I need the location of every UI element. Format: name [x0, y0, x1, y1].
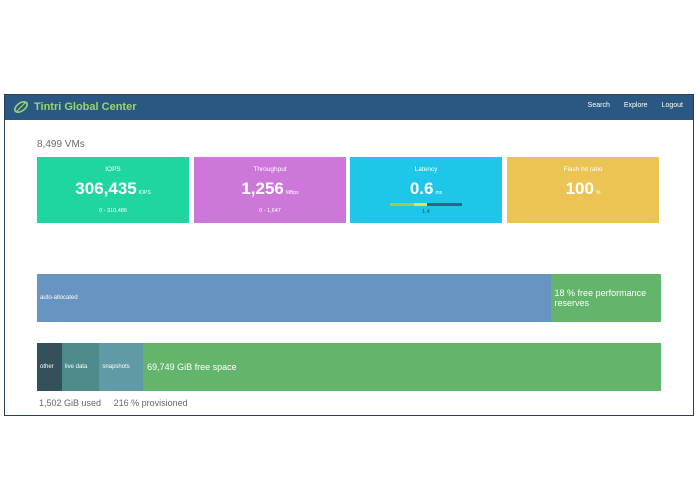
tile-value: 1,256 — [241, 179, 284, 198]
tile-range: 0 - 1,647 — [259, 208, 281, 214]
latency-gauge — [390, 203, 462, 206]
tile-value: 306,435 — [75, 179, 137, 198]
tile-value: 0.6 — [409, 179, 434, 198]
segment-label: live data — [64, 364, 88, 370]
performance-reserves-bar[interactable]: auto-allocated 18 % free performance res… — [37, 274, 661, 322]
top-nav: Search Explore Logout — [588, 102, 683, 109]
free-performance-segment[interactable]: 18 % free performance reserves — [550, 274, 661, 322]
latency-gauge-value: 1.4 — [422, 209, 430, 215]
segment-label: 18 % free performance reserves — [554, 288, 647, 308]
space-summary: 1,502 GiB used 216 % provisioned — [39, 398, 198, 408]
tile-range: 0 - 310,486 — [99, 208, 127, 214]
other-segment[interactable]: other — [37, 343, 62, 391]
segment-label: other — [40, 364, 54, 370]
flash-hit-ratio-tile[interactable]: Flash hit ratio 100 % — [507, 157, 659, 223]
nav-search-link[interactable]: Search — [588, 102, 610, 109]
tile-unit: ms — [435, 190, 443, 196]
tile-label: Latency — [414, 166, 438, 173]
live-data-segment[interactable]: live data — [61, 343, 100, 391]
tile-label: Flash hit ratio — [563, 166, 603, 173]
latency-tile[interactable]: Latency 0.6 ms 1.4 — [350, 157, 502, 223]
brand[interactable]: Tintri Global Center — [13, 99, 136, 115]
space-usage-bar[interactable]: other live data snapshots 69,749 GiB fre… — [37, 343, 661, 391]
auto-allocated-segment[interactable]: auto-allocated — [37, 274, 551, 322]
latency-gauge-mid — [414, 203, 428, 206]
used-space-text: 1,502 GiB used — [39, 398, 102, 408]
segment-label: 69,749 GiB free space — [147, 362, 237, 372]
tile-unit: % — [595, 190, 601, 196]
nav-explore-link[interactable]: Explore — [624, 102, 648, 109]
tile-unit: IOPS — [138, 190, 151, 196]
tile-value: 100 — [565, 179, 594, 198]
leaf-icon — [14, 101, 28, 113]
snapshots-segment[interactable]: snapshots — [99, 343, 144, 391]
tile-unit: MBps — [285, 190, 299, 196]
segment-label: auto-allocated — [40, 295, 78, 301]
provisioned-text: 216 % provisioned — [113, 398, 188, 408]
segment-label: snapshots — [102, 364, 130, 370]
vm-count: 8,499 VMs — [37, 139, 85, 150]
latency-gauge-high — [427, 203, 462, 206]
top-bar: Tintri Global Center Search Explore Logo… — [5, 95, 693, 120]
latency-gauge-low — [390, 203, 415, 206]
app-title: Tintri Global Center — [34, 101, 137, 113]
throughput-tile[interactable]: Throughput 1,256 MBps 0 - 1,647 — [194, 157, 346, 223]
iops-tile[interactable]: IOPS 306,435 IOPS 0 - 310,486 — [37, 157, 189, 223]
nav-logout-link[interactable]: Logout — [662, 102, 683, 109]
free-space-segment[interactable]: 69,749 GiB free space — [143, 343, 661, 391]
tile-label: IOPS — [105, 166, 121, 173]
app-window: Tintri Global Center Search Explore Logo… — [4, 94, 694, 416]
tile-label: Throughput — [253, 166, 287, 173]
